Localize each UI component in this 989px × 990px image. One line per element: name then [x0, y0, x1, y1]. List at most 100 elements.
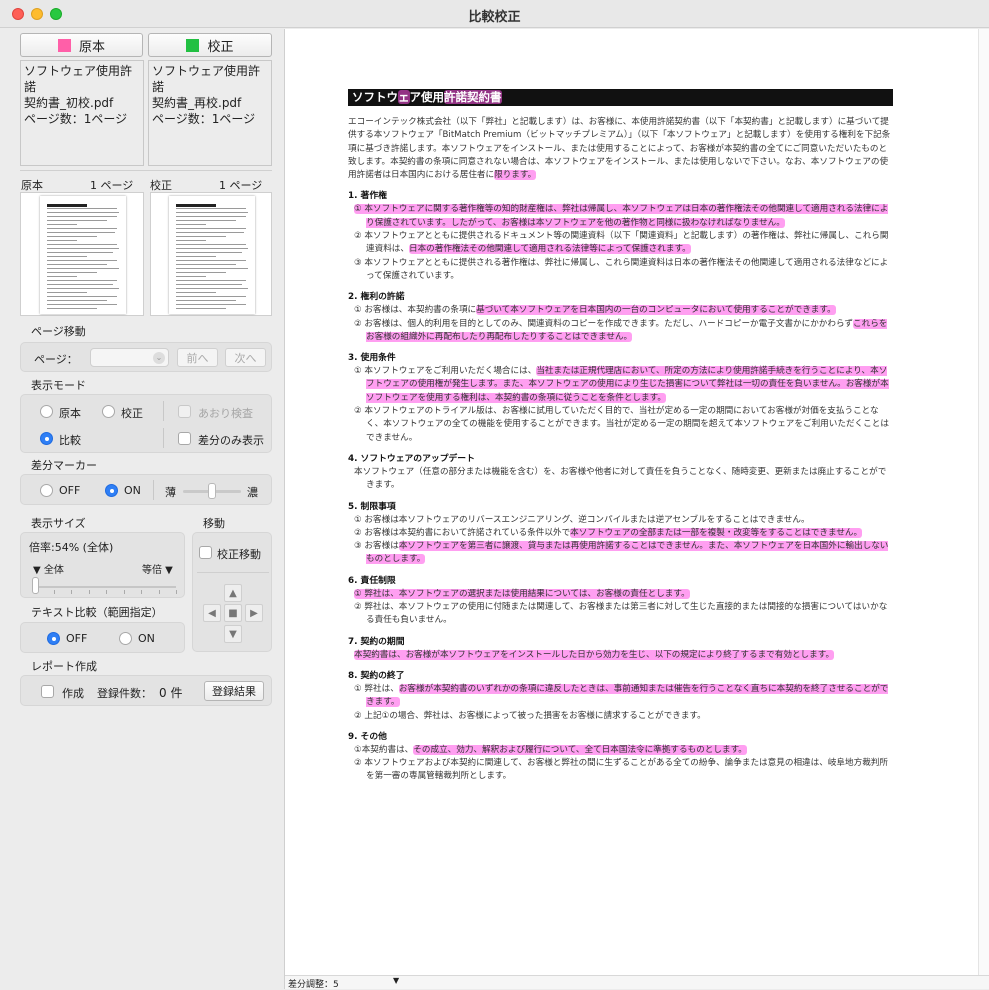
- thumbnail-text-line: [176, 292, 216, 293]
- thumbnail-text-line: [176, 228, 246, 229]
- section-heading: 2. 権利の許諾: [348, 292, 405, 303]
- vertical-scrollbar[interactable]: [978, 29, 989, 975]
- marker-off-radio[interactable]: [40, 484, 53, 497]
- mode-compare-label: 比較: [59, 434, 81, 447]
- fit-all-label[interactable]: ▼ 全体: [33, 561, 64, 576]
- diff-highlight: 本契約書は、お客様が本ソフトウェアをインストールした日から効力を生じ、以下の規定…: [354, 649, 835, 660]
- item-text: ①本契約書は、: [354, 744, 414, 755]
- title-part-c: ア使用: [409, 90, 445, 104]
- diff-highlight: お客様が本契約書のいずれかの条項に違反したときは、事前通知または催告を行うことな…: [366, 683, 889, 708]
- original-thumbnail[interactable]: [20, 192, 144, 316]
- display-mode-title: 表示モード: [31, 379, 86, 392]
- text-compare-on-radio[interactable]: [119, 632, 132, 645]
- original-button-label: 原本: [78, 39, 105, 55]
- proof-move-checkbox[interactable]: [199, 546, 212, 559]
- move-center-icon[interactable]: ■: [224, 604, 242, 622]
- thumbnail-text-line: [176, 248, 248, 249]
- mode-compare-radio[interactable]: [40, 432, 53, 445]
- page-select[interactable]: ⌄: [90, 348, 169, 367]
- proof-file-button[interactable]: 校正: [148, 33, 272, 57]
- page-label: ページ：: [34, 353, 78, 366]
- thumbnail-text-line: [176, 224, 206, 225]
- item-text: ① お客様は、本契約書の条項に: [354, 305, 477, 316]
- report-title: レポート作成: [31, 660, 97, 673]
- thumbnail-text-line: [47, 220, 107, 221]
- title-diff-mark: 許諾契約書: [444, 90, 502, 104]
- intro-diff-mark: 限ります。: [494, 170, 537, 181]
- display-size-group: 倍率:54% (全体) ▼ 全体 等倍 ▼: [20, 532, 185, 598]
- proof-thumbnail[interactable]: [150, 192, 272, 316]
- thumbnail-text-line: [47, 232, 115, 233]
- thumbnail-text-line: [176, 204, 216, 207]
- move-right-icon[interactable]: ▶: [245, 604, 263, 622]
- section-heading: 1. 著作権: [348, 191, 387, 202]
- text-compare-off-radio[interactable]: [47, 632, 60, 645]
- proof-move-label: 校正移動: [217, 548, 261, 561]
- zoom-tick: [176, 590, 177, 594]
- prev-page-button[interactable]: 前へ: [177, 348, 218, 367]
- mode-proof-radio[interactable]: [102, 405, 115, 418]
- thumbnail-text-line: [176, 240, 206, 241]
- item-text: ① 本ソフトウェアをご利用いただく場合には、: [354, 366, 537, 377]
- diff-highlight: 本ソフトウェアを第三者に譲渡、貸与または再使用許諾することはできません。また、本…: [366, 541, 889, 565]
- section-item: ③ お客様は本ソフトウェアを第三者に譲渡、貸与または再使用許諾することはできませ…: [348, 540, 893, 567]
- text-compare-on-label: ON: [138, 632, 155, 645]
- thumbnail-text-line: [47, 208, 117, 209]
- section-heading: 8. 契約の終了: [348, 670, 405, 681]
- document-intro: エコーインテック株式会社（以下「弊社」と記載します）は、お客様に、本使用許諾契約…: [348, 116, 893, 182]
- section-item: ② 上記①の場合、弊社は、お客様によって被った損害をお客様に請求することができま…: [348, 710, 893, 723]
- thumbnail-text-line: [176, 296, 246, 297]
- thumbnail-text-line: [47, 272, 97, 273]
- section-heading: 6. 責任制限: [348, 575, 396, 586]
- original-thumbnail-page: [40, 196, 126, 314]
- divider: [197, 572, 269, 573]
- item-text: ② お客様は本契約書において許諾されている条件以外で: [354, 527, 571, 538]
- thumbnail-text-line: [176, 236, 226, 237]
- section-heading: 7. 契約の期間: [348, 636, 405, 647]
- original-file-button[interactable]: 原本: [20, 33, 143, 57]
- document-view[interactable]: ソフトウェア使用許諾契約書 エコーインテック株式会社（以下「弊社」と記載します）…: [285, 29, 978, 975]
- thumbnail-text-line: [176, 208, 246, 209]
- item-text: 本ソフトウェア（任意の部分または機能を含む）を、お客様や他者に対して責任を負うこ…: [354, 466, 887, 491]
- thumbnail-text-line: [47, 284, 113, 285]
- move-left-icon[interactable]: ◀: [203, 604, 221, 622]
- item-text: ① 弊社は、: [354, 683, 399, 694]
- mode-original-radio[interactable]: [40, 405, 53, 418]
- thumbnail-text-line: [176, 268, 248, 269]
- next-page-button[interactable]: 次へ: [225, 348, 266, 367]
- marker-on-radio[interactable]: [105, 484, 118, 497]
- page-move-group: ページ： ⌄ 前へ 次へ: [20, 342, 272, 372]
- diff-highlight: 本ソフトウェアの全部または一部を複製・改変等をすることはできません。: [570, 527, 863, 538]
- registered-results-button[interactable]: 登録結果: [204, 681, 264, 701]
- marker-intensity-slider[interactable]: [208, 483, 216, 499]
- thumbnail-text-line: [176, 280, 246, 281]
- move-down-icon[interactable]: ▼: [224, 625, 242, 643]
- thumbnail-text-line: [47, 276, 77, 277]
- flicker-checkbox[interactable]: [178, 405, 191, 418]
- zoom-slider-thumb[interactable]: [32, 577, 39, 594]
- create-report-checkbox[interactable]: [41, 685, 54, 698]
- section-item: 本契約書は、お客様が本ソフトウェアをインストールした日から効力を生じ、以下の規定…: [348, 649, 893, 662]
- section-item: ① 本ソフトウェアに関する著作権等の知的財産権は、弊社は帰属し、本ソフトウェアは…: [348, 203, 893, 230]
- thumbnail-text-line: [176, 272, 226, 273]
- text-compare-title: テキスト比較（範囲指定）: [31, 606, 163, 619]
- thumbnail-text-line: [47, 268, 119, 269]
- diff-marker-title: 差分マーカー: [31, 459, 97, 472]
- diff-only-checkbox[interactable]: [178, 432, 191, 445]
- actual-size-label[interactable]: 等倍 ▼: [142, 561, 173, 576]
- thumbnail-text-line: [176, 216, 246, 217]
- item-text: ② 弊社は、本ソフトウェアの使用に付随または関連して、お客様または第三者に対して…: [354, 602, 888, 626]
- section-heading: 3. 使用条件: [348, 353, 396, 364]
- chevron-down-icon[interactable]: ▼: [393, 976, 399, 985]
- zoom-tick: [123, 590, 125, 594]
- thumbnail-text-line: [47, 264, 107, 265]
- thumbnail-text-line: [176, 256, 216, 257]
- flicker-label: あおり検査: [198, 407, 253, 420]
- green-square-icon: [186, 38, 200, 52]
- diff-highlight: 日本の著作権法その他関連して適用される法律等によって保護されます。: [408, 244, 691, 255]
- zoom-tick: [141, 590, 142, 594]
- move-title: 移動: [203, 517, 225, 530]
- zoom-track[interactable]: [34, 586, 176, 588]
- move-up-icon[interactable]: ▲: [224, 584, 242, 602]
- mode-original-label: 原本: [59, 407, 81, 420]
